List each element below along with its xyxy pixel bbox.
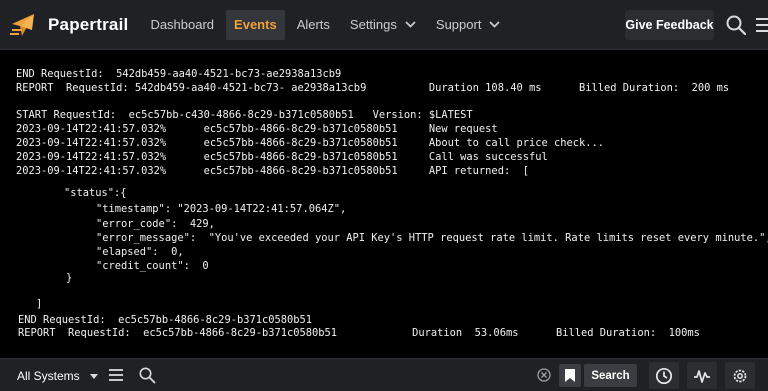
log-line: END RequestId: 542db459-aa40-4521-bc73-a…: [16, 68, 342, 80]
search-input[interactable]: [162, 363, 532, 389]
search-icon: [139, 367, 156, 384]
gear-icon: [733, 369, 747, 382]
nav-label: Alerts: [296, 16, 330, 32]
event-log-viewer: END RequestId: 542db459-aa40-4521-bc73-a…: [0, 51, 768, 358]
menu-icon[interactable]: [754, 13, 768, 37]
log-line: 2023-09-14T22:41:57.032% ec5c57bb-4866-8…: [16, 123, 498, 135]
nav-support[interactable]: Support: [428, 10, 509, 40]
log-line: ]: [36, 298, 43, 310]
time-picker-button[interactable]: [649, 362, 679, 389]
chevron-down-icon: [405, 21, 416, 28]
papertrail-logo-icon: [10, 13, 34, 36]
log-line: }: [66, 272, 73, 284]
brand-link[interactable]: Papertrail: [0, 0, 142, 50]
chevron-down-icon: [489, 21, 501, 28]
nav-settings[interactable]: Settings: [342, 10, 424, 40]
bookmark-icon: [565, 369, 575, 382]
give-feedback-button[interactable]: Give Feedback: [625, 10, 714, 40]
top-navigation-bar: Papertrail Dashboard Events Alerts Setti…: [0, 0, 768, 50]
nav-alerts[interactable]: Alerts: [289, 10, 338, 40]
log-line: REPORT RequestId: ec5c57bb-4866-8c29-b37…: [18, 327, 700, 339]
system-selector[interactable]: All Systems: [8, 363, 100, 389]
log-line: "credit_count": 0: [96, 260, 209, 272]
log-line: "error_message": "You've exceeded your A…: [96, 232, 768, 244]
log-line: START RequestId: ec5c57bb-c430-4866-8c29…: [16, 109, 473, 121]
nav-label: Settings: [349, 16, 397, 32]
event-graph-button[interactable]: [687, 362, 717, 389]
nav-label: Events: [234, 16, 277, 32]
log-line: REPORT RequestId: 542db459-aa40-4521-bc7…: [16, 82, 730, 94]
main-nav: Dashboard Events Alerts Settings Support: [142, 0, 512, 50]
settings-button[interactable]: [725, 362, 755, 389]
brand-name: Papertrail: [48, 14, 129, 34]
search-icon[interactable]: [724, 13, 748, 37]
nav-label: Support: [435, 16, 482, 32]
log-line: "status":{: [64, 187, 127, 199]
save-search-button[interactable]: [559, 364, 581, 387]
clock-icon: [655, 367, 673, 384]
caret-down-icon: [89, 373, 98, 379]
search-bar: All Systems Search: [0, 358, 768, 391]
log-line: "timestamp": "2023-09-14T22:41:57.064Z",: [96, 203, 347, 215]
menu-icon[interactable]: [108, 367, 124, 383]
clear-search-icon[interactable]: [537, 368, 551, 382]
system-selector-label: All Systems: [17, 369, 80, 383]
log-line: END RequestId: ec5c57bb-4866-8c29-b371c0…: [18, 314, 313, 326]
log-line: 2023-09-14T22:41:57.032% ec5c57bb-4866-8…: [16, 151, 548, 163]
search-button[interactable]: Search: [584, 364, 637, 387]
activity-graph-icon: [694, 369, 710, 383]
nav-events[interactable]: Events: [226, 9, 285, 40]
nav-dashboard[interactable]: Dashboard: [142, 10, 222, 40]
nav-label: Dashboard: [150, 16, 215, 32]
log-line: "error_code": 429,: [96, 218, 215, 230]
log-line: 2023-09-14T22:41:57.032% ec5c57bb-4866-8…: [16, 137, 605, 149]
log-line: "elapsed": 0,: [96, 246, 184, 258]
log-line: 2023-09-14T22:41:57.032% ec5c57bb-4866-8…: [16, 165, 529, 177]
